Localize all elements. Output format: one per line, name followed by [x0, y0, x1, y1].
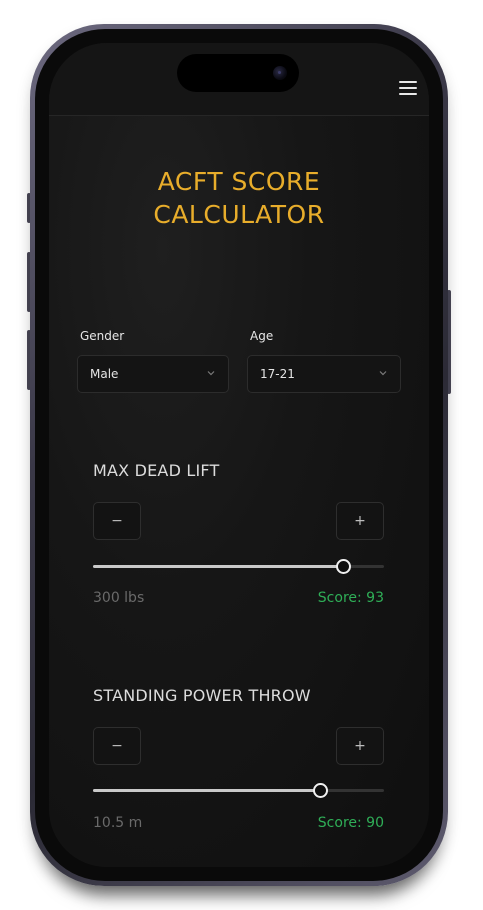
gender-select[interactable]: Male	[77, 355, 229, 393]
deadlift-slider[interactable]	[93, 559, 384, 574]
chevron-down-icon	[379, 371, 387, 376]
power-throw-slider-fill	[93, 789, 320, 792]
event-title-power-throw: STANDING POWER THROW	[93, 686, 311, 705]
power-throw-slider[interactable]	[93, 783, 384, 798]
dynamic-island	[177, 54, 299, 92]
age-label: Age	[250, 329, 274, 343]
power-throw-increment-button[interactable]: +	[336, 727, 384, 765]
age-select-value: 17-21	[260, 367, 295, 381]
gender-select-value: Male	[90, 367, 119, 381]
deadlift-decrement-button[interactable]: −	[93, 502, 141, 540]
device-mockup: ACFT SCORE CALCULATOR Gender Male Age 17…	[0, 0, 483, 910]
deadlift-score: Score: 93	[317, 590, 384, 606]
hamburger-menu-icon[interactable]	[399, 81, 417, 97]
page-title: ACFT SCORE CALCULATOR	[153, 167, 325, 229]
app-screen: ACFT SCORE CALCULATOR Gender Male Age 17…	[49, 43, 429, 867]
deadlift-slider-fill	[93, 565, 344, 568]
deadlift-increment-button[interactable]: +	[336, 502, 384, 540]
age-select[interactable]: 17-21	[247, 355, 401, 393]
deadlift-value: 300 lbs	[93, 590, 145, 606]
gender-label: Gender	[80, 329, 125, 343]
phone-frame: ACFT SCORE CALCULATOR Gender Male Age 17…	[30, 24, 448, 886]
power-throw-slider-thumb[interactable]	[312, 783, 328, 798]
front-camera	[273, 66, 287, 80]
chevron-down-icon	[207, 371, 215, 376]
power-throw-value: 10.5 m	[93, 815, 143, 831]
power-throw-decrement-button[interactable]: −	[93, 727, 141, 765]
power-throw-score: Score: 90	[317, 815, 384, 831]
deadlift-slider-thumb[interactable]	[336, 559, 352, 574]
event-title-deadlift: MAX DEAD LIFT	[93, 461, 220, 480]
